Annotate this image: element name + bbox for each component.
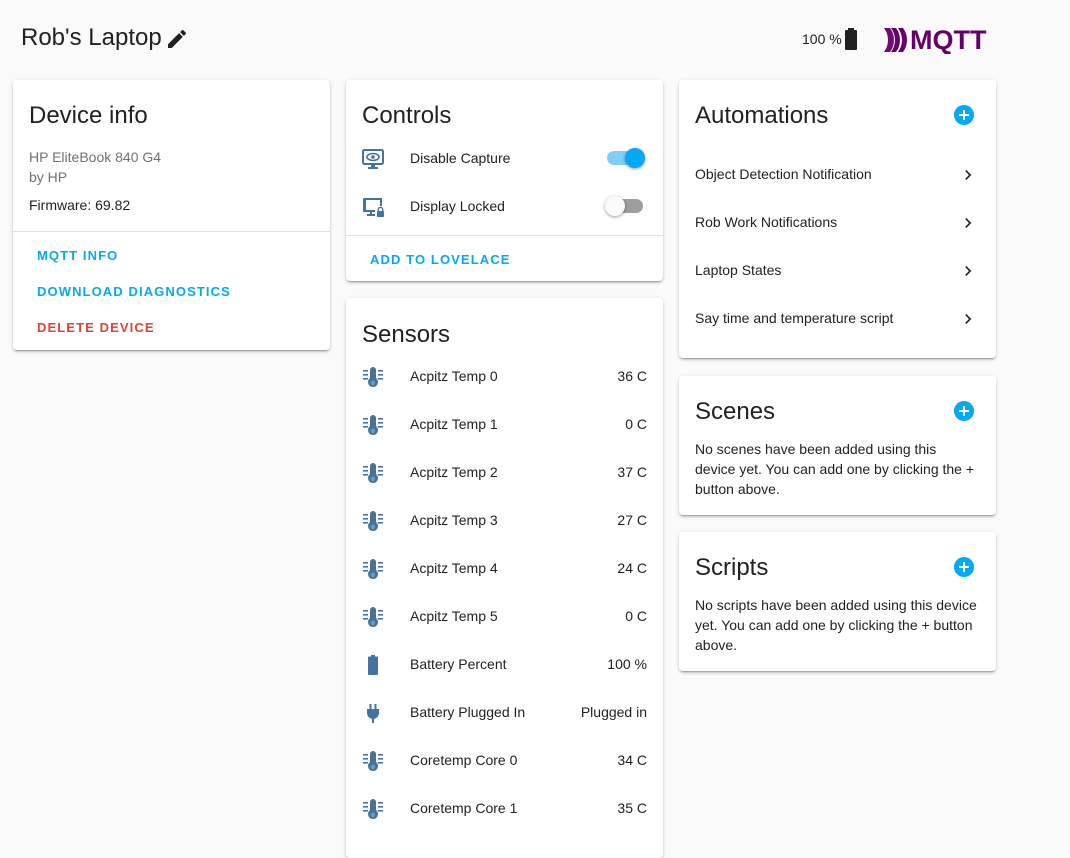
automation-item[interactable]: Say time and temperature script: [679, 295, 996, 343]
edit-device-button[interactable]: [165, 27, 191, 53]
sensor-row[interactable]: Acpitz Temp 5 0 C: [346, 593, 663, 641]
svg-text:MQTT: MQTT: [910, 25, 987, 54]
automation-item[interactable]: Object Detection Notification: [679, 151, 996, 199]
sensor-label: Acpitz Temp 1: [410, 416, 498, 432]
automation-label: Laptop States: [695, 262, 782, 278]
sensor-label: Acpitz Temp 4: [410, 560, 498, 576]
device-info-card: Device info HP EliteBook 840 G4 by HP Fi…: [13, 80, 330, 350]
scenes-title: Scenes: [695, 398, 776, 425]
scenes-empty-text: No scenes have been added using this dev…: [695, 441, 975, 497]
thermometer-lines-icon: [360, 797, 386, 821]
chevron-right-icon: [965, 218, 972, 228]
sensor-label: Coretemp Core 0: [410, 752, 518, 768]
automation-item[interactable]: Laptop States: [679, 247, 996, 295]
sensor-row[interactable]: Coretemp Core 0 34 C: [346, 737, 663, 785]
automation-label: Rob Work Notifications: [695, 214, 838, 230]
add-automation-button[interactable]: [954, 105, 974, 125]
toggle-knob: [625, 148, 645, 168]
device-manufacturer: by HP: [29, 169, 68, 185]
sensor-label: Coretemp Core 1: [410, 800, 518, 816]
chevron-right-icon: [965, 314, 972, 324]
battery-level: 100 %: [802, 31, 842, 47]
scenes-card: Scenes No scenes have been added using t…: [679, 376, 996, 515]
plus-icon: [959, 562, 969, 572]
page-title: Rob's Laptop: [21, 24, 162, 51]
scripts-title: Scripts: [695, 554, 769, 581]
sensor-row[interactable]: Acpitz Temp 3 27 C: [346, 497, 663, 545]
delete-device-button[interactable]: DELETE DEVICE: [37, 320, 155, 335]
controls-title: Controls: [362, 102, 452, 129]
toggle-knob: [605, 196, 625, 216]
divider: [346, 235, 663, 236]
thermometer-lines-icon: [360, 413, 386, 437]
sensors-card: Sensors Acpitz Temp 0 36 C Acpitz Temp 1 0 …: [346, 298, 663, 858]
control-row-display-locked: Display Locked: [346, 183, 663, 231]
control-row-disable-capture: Disable Capture: [346, 135, 663, 183]
battery-icon: [845, 28, 857, 50]
automations-card: Automations Object Detection Notificatio…: [679, 80, 996, 358]
divider: [13, 231, 330, 232]
sensor-label: Acpitz Temp 3: [410, 512, 498, 528]
sensor-label: Battery Plugged In: [410, 704, 526, 720]
sensor-label: Acpitz Temp 2: [410, 464, 498, 480]
scripts-empty-text: No scripts have been added using this de…: [695, 597, 977, 653]
sensor-value: 24 C: [617, 560, 647, 576]
sensor-label: Acpitz Temp 0: [410, 368, 498, 384]
thermometer-lines-icon: [360, 509, 386, 533]
sensor-value: 0 C: [625, 608, 647, 624]
chevron-right-icon: [965, 170, 972, 180]
disable-capture-toggle[interactable]: [607, 148, 645, 168]
thermometer-lines-icon: [360, 605, 386, 629]
automation-label: Say time and temperature script: [695, 310, 894, 326]
mqtt-info-button[interactable]: MQTT INFO: [37, 248, 118, 263]
thermometer-lines-icon: [360, 557, 386, 581]
sensor-row[interactable]: Coretemp Core 1 35 C: [346, 785, 663, 833]
device-firmware: Firmware: 69.82: [29, 197, 131, 213]
sensor-value: 100 %: [607, 656, 647, 672]
add-scene-button[interactable]: [954, 401, 974, 421]
automation-item[interactable]: Rob Work Notifications: [679, 199, 996, 247]
sensor-label: Acpitz Temp 5: [410, 608, 498, 624]
mqtt-logo: MQTT: [884, 25, 987, 54]
sensor-label: Battery Percent: [410, 656, 507, 672]
controls-card: Controls Disable Capture Display Locked …: [346, 80, 663, 281]
automations-title: Automations: [695, 102, 829, 129]
sensor-row[interactable]: Battery Plugged In Plugged in: [346, 689, 663, 737]
power-plug-icon: [360, 701, 386, 725]
plus-icon: [959, 110, 969, 120]
control-label: Disable Capture: [410, 150, 511, 166]
control-label: Display Locked: [410, 198, 505, 214]
thermometer-lines-icon: [360, 749, 386, 773]
thermometer-lines-icon: [360, 461, 386, 485]
sensors-title: Sensors: [362, 321, 451, 348]
sensor-value: 36 C: [617, 368, 647, 384]
sensor-row[interactable]: Battery Percent 100 %: [346, 641, 663, 689]
download-diagnostics-button[interactable]: DOWNLOAD DIAGNOSTICS: [37, 284, 231, 299]
eye-monitor-icon: [360, 147, 386, 171]
sensor-row[interactable]: Acpitz Temp 0 36 C: [346, 353, 663, 401]
battery-icon: [360, 653, 386, 677]
chevron-right-icon: [965, 266, 972, 276]
sensor-value: 27 C: [617, 512, 647, 528]
device-info-title: Device info: [29, 102, 148, 129]
automation-label: Object Detection Notification: [695, 166, 872, 182]
add-script-button[interactable]: [954, 557, 974, 577]
sensor-row[interactable]: Acpitz Temp 1 0 C: [346, 401, 663, 449]
pencil-icon: [168, 29, 187, 48]
page-header: Rob's Laptop 100 % MQTT: [0, 0, 1070, 78]
sensor-value: 34 C: [617, 752, 647, 768]
monitor-lock-icon: [360, 195, 386, 219]
sensor-row[interactable]: Acpitz Temp 4 24 C: [346, 545, 663, 593]
device-model: HP EliteBook 840 G4: [29, 149, 162, 165]
sensor-value: 0 C: [625, 416, 647, 432]
plus-icon: [959, 406, 969, 416]
add-to-lovelace-button[interactable]: ADD TO LOVELACE: [370, 252, 511, 267]
scripts-card: Scripts No scripts have been added using…: [679, 532, 996, 671]
sensor-value: 35 C: [617, 800, 647, 816]
thermometer-lines-icon: [360, 365, 386, 389]
display-locked-toggle[interactable]: [605, 196, 643, 216]
sensor-value: 37 C: [617, 464, 647, 480]
sensor-row[interactable]: Acpitz Temp 2 37 C: [346, 449, 663, 497]
sensor-value: Plugged in: [580, 704, 647, 720]
